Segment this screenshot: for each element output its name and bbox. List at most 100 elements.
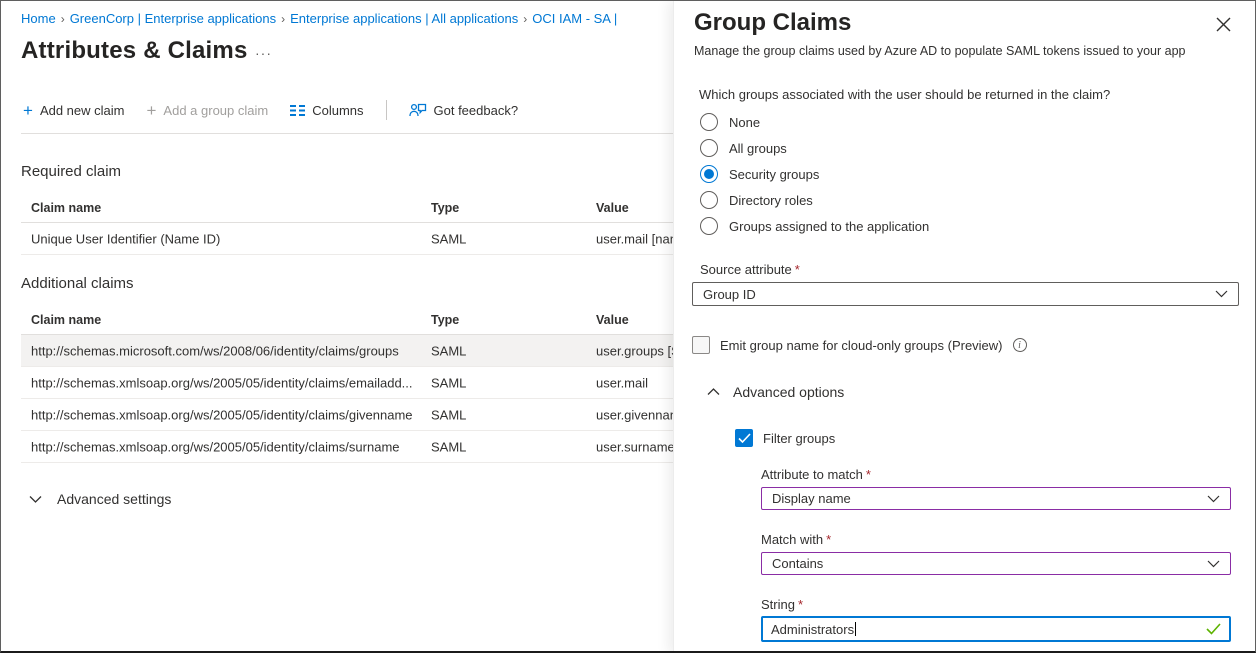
filter-groups-label: Filter groups — [763, 431, 835, 446]
radio-icon — [700, 165, 718, 183]
text-caret — [855, 622, 856, 636]
advanced-options-toggle[interactable]: Advanced options — [707, 384, 844, 400]
required-asterisk: * — [866, 467, 871, 482]
breadcrumb-separator: › — [276, 12, 290, 26]
add-new-claim-label: Add new claim — [40, 103, 125, 118]
breadcrumb-separator: › — [56, 12, 70, 26]
chevron-down-icon — [1207, 560, 1220, 568]
claim-value-cell: user.mail [nam — [596, 231, 673, 246]
required-claim-table: Claim name Type Value Unique User Identi… — [21, 193, 673, 255]
radio-label: None — [729, 115, 760, 130]
radio-label: Security groups — [729, 167, 819, 182]
add-new-claim-button[interactable]: + Add new claim — [23, 102, 124, 119]
chevron-down-icon — [1207, 495, 1220, 503]
title-overflow-menu[interactable]: ··· — [255, 45, 272, 61]
col-header-value: Value — [596, 201, 629, 215]
plus-icon: + — [146, 102, 156, 119]
advanced-options-label: Advanced options — [733, 384, 844, 400]
attributes-and-claims-page: Home›GreenCorp | Enterprise applications… — [0, 0, 1256, 653]
add-group-claim-button[interactable]: + Add a group claim — [146, 102, 268, 119]
radio-icon — [700, 113, 718, 131]
advanced-settings-label: Advanced settings — [57, 491, 171, 507]
claim-value-cell: user.givennam — [596, 407, 673, 422]
claim-value-cell: user.mail — [596, 375, 648, 390]
table-row-emailaddress-claim[interactable]: http://schemas.xmlsoap.org/ws/2005/05/id… — [21, 367, 673, 399]
col-header-value: Value — [596, 313, 629, 327]
info-icon[interactable]: i — [1013, 338, 1027, 352]
group-type-radio-group: None All groups Security groups Director… — [700, 109, 929, 239]
table-row-groups-claim[interactable]: http://schemas.microsoft.com/ws/2008/06/… — [21, 335, 673, 367]
source-attribute-dropdown[interactable]: Group ID — [692, 282, 1239, 306]
got-feedback-label: Got feedback? — [434, 103, 519, 118]
columns-button[interactable]: Columns — [290, 103, 363, 118]
radio-directory-roles[interactable]: Directory roles — [700, 187, 929, 213]
add-group-claim-label: Add a group claim — [163, 103, 268, 118]
table-row-surname-claim[interactable]: http://schemas.xmlsoap.org/ws/2005/05/id… — [21, 431, 673, 463]
radio-icon — [700, 139, 718, 157]
toolbar-rule — [21, 133, 673, 134]
radio-groups-assigned[interactable]: Groups assigned to the application — [700, 213, 929, 239]
table-header-row: Claim name Type Value — [21, 305, 673, 335]
radio-label: Directory roles — [729, 193, 813, 208]
columns-icon — [290, 104, 305, 117]
toolbar-divider — [386, 100, 387, 120]
got-feedback-button[interactable]: Got feedback? — [409, 102, 519, 118]
panel-subtitle: Manage the group claims used by Azure AD… — [694, 44, 1186, 58]
col-header-type: Type — [431, 313, 459, 327]
claim-value-cell: user.surname — [596, 439, 673, 454]
radio-all-groups[interactable]: All groups — [700, 135, 929, 161]
attribute-to-match-label: Attribute to match* — [761, 467, 871, 482]
match-with-label: Match with* — [761, 532, 831, 547]
radio-none[interactable]: None — [700, 109, 929, 135]
match-with-dropdown[interactable]: Contains — [761, 552, 1231, 575]
checkbox-icon — [692, 336, 710, 354]
required-asterisk: * — [798, 597, 803, 612]
breadcrumb-item-home[interactable]: Home — [21, 11, 56, 26]
close-icon[interactable] — [1216, 17, 1231, 32]
col-header-claim-name: Claim name — [31, 313, 101, 327]
radio-icon — [700, 191, 718, 209]
radio-label: All groups — [729, 141, 787, 156]
additional-claims-table: Claim name Type Value http://schemas.mic… — [21, 305, 673, 463]
panel-title: Group Claims — [694, 9, 851, 37]
breadcrumb-item-directory[interactable]: GreenCorp | Enterprise applications — [70, 11, 276, 26]
plus-icon: + — [23, 102, 33, 119]
command-bar: + Add new claim + Add a group claim Colu… — [23, 100, 518, 120]
table-row-givenname-claim[interactable]: http://schemas.xmlsoap.org/ws/2005/05/id… — [21, 399, 673, 431]
dropdown-value: Group ID — [703, 287, 1215, 302]
chevron-up-icon — [707, 388, 720, 396]
filter-groups-checkbox-row[interactable]: Filter groups — [735, 429, 835, 447]
string-input[interactable]: Administrators — [761, 616, 1231, 642]
source-attribute-label: Source attribute* — [700, 262, 800, 277]
chevron-down-icon — [1215, 290, 1228, 298]
required-asterisk: * — [795, 262, 800, 277]
claim-type-cell: SAML — [431, 231, 466, 246]
claim-name-cell: http://schemas.xmlsoap.org/ws/2005/05/id… — [31, 439, 400, 454]
col-header-claim-name: Claim name — [31, 201, 101, 215]
dropdown-value: Contains — [772, 556, 1207, 571]
attribute-to-match-dropdown[interactable]: Display name — [761, 487, 1231, 510]
claim-type-cell: SAML — [431, 375, 466, 390]
breadcrumb: Home›GreenCorp | Enterprise applications… — [21, 11, 617, 26]
breadcrumb-item-enterprise-apps[interactable]: Enterprise applications | All applicatio… — [290, 11, 518, 26]
col-header-type: Type — [431, 201, 459, 215]
checkbox-icon — [735, 429, 753, 447]
emit-group-name-label: Emit group name for cloud-only groups (P… — [720, 338, 1003, 353]
chevron-down-icon — [29, 495, 42, 503]
emit-group-name-checkbox-row[interactable]: Emit group name for cloud-only groups (P… — [692, 336, 1027, 354]
group-claims-panel: Group Claims Manage the group claims use… — [673, 1, 1256, 653]
columns-label: Columns — [312, 103, 363, 118]
radio-label: Groups assigned to the application — [729, 219, 929, 234]
breadcrumb-item-app[interactable]: OCI IAM - SA | — [532, 11, 617, 26]
claim-name-cell: http://schemas.xmlsoap.org/ws/2005/05/id… — [31, 375, 413, 390]
dropdown-value: Display name — [772, 491, 1207, 506]
string-input-value: Administrators — [771, 622, 854, 637]
claim-name-cell: http://schemas.xmlsoap.org/ws/2005/05/id… — [31, 407, 413, 422]
radio-security-groups[interactable]: Security groups — [700, 161, 929, 187]
advanced-settings-toggle[interactable]: Advanced settings — [29, 491, 171, 507]
claim-type-cell: SAML — [431, 343, 466, 358]
required-asterisk: * — [826, 532, 831, 547]
table-row-nameid-claim[interactable]: Unique User Identifier (Name ID) SAML us… — [21, 223, 673, 255]
string-label: String* — [761, 597, 803, 612]
claim-type-cell: SAML — [431, 439, 466, 454]
